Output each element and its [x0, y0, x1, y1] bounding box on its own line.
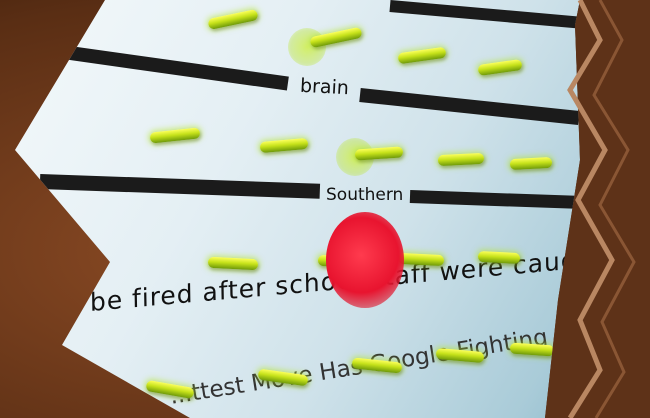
right-wooden-frame	[545, 0, 650, 418]
display-scene: brain Southern be fired after school sta…	[0, 0, 650, 418]
